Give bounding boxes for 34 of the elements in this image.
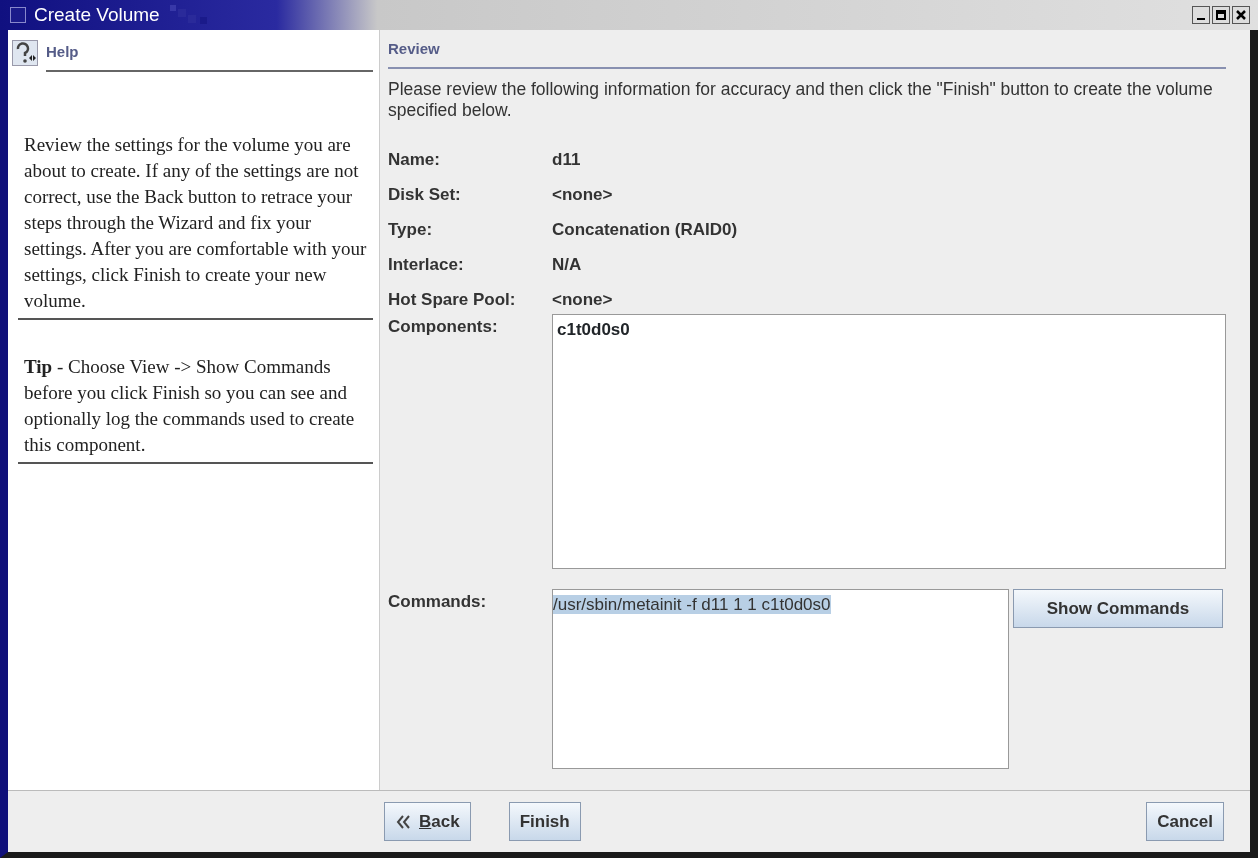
help-paragraph: Tip - Choose View -> Show Commands before you click Finish so you can see and optionally log the commands used to create this component. (18, 320, 373, 464)
window-title: Create Volume (34, 2, 160, 27)
field-value: <none> (552, 288, 613, 311)
field-label: Components: (388, 315, 498, 338)
field-label: Disk Set: (388, 184, 461, 204)
field-value: d11 (552, 148, 581, 171)
maximize-icon (1216, 10, 1226, 20)
back-button[interactable]: Back (384, 801, 471, 842)
window-icon (10, 7, 26, 23)
finish-button[interactable]: Finish (508, 801, 581, 842)
help-paragraph: Review the settings for the volume you are about to create. If any of the settings are not correct, use the Back button to retrace your steps through the Wizard and fix your settings. After you are comfortable with your settings, click Finish to create your new volume. (18, 72, 373, 320)
section-title: Review (388, 40, 440, 57)
show-commands-button[interactable]: Show Commands (1013, 588, 1223, 628)
help-title: Help (46, 43, 79, 60)
close-button[interactable] (1232, 6, 1250, 24)
field-label: Hot Spare Pool: (388, 289, 516, 309)
field-label: Name: (388, 149, 440, 169)
maximize-button[interactable] (1212, 6, 1230, 24)
field-label: Interlace: (388, 254, 464, 274)
intro-text: Please review the following information for accuracy and then click the "Finish" button to create the volume specified below. (388, 78, 1214, 121)
field-label: Type: (388, 219, 433, 239)
commands-field[interactable]: /usr/sbin/metainit -f d11 1 1 c1t0d0s0 (552, 588, 1009, 769)
field-value: Concatenation (RAID0) (552, 218, 738, 241)
component-item[interactable]: c1t0d0s0 (557, 316, 630, 342)
field-label: Commands: (388, 590, 487, 613)
field-value: <none> (552, 183, 613, 206)
cancel-button[interactable]: Cancel (1146, 801, 1224, 842)
minimize-icon (1197, 18, 1205, 20)
field-value: N/A (552, 253, 582, 276)
components-list[interactable]: c1t0d0s0 (552, 313, 1226, 569)
minimize-button[interactable] (1192, 6, 1210, 24)
back-arrow-icon (395, 813, 411, 830)
close-icon (1236, 10, 1246, 20)
help-icon (12, 40, 38, 66)
